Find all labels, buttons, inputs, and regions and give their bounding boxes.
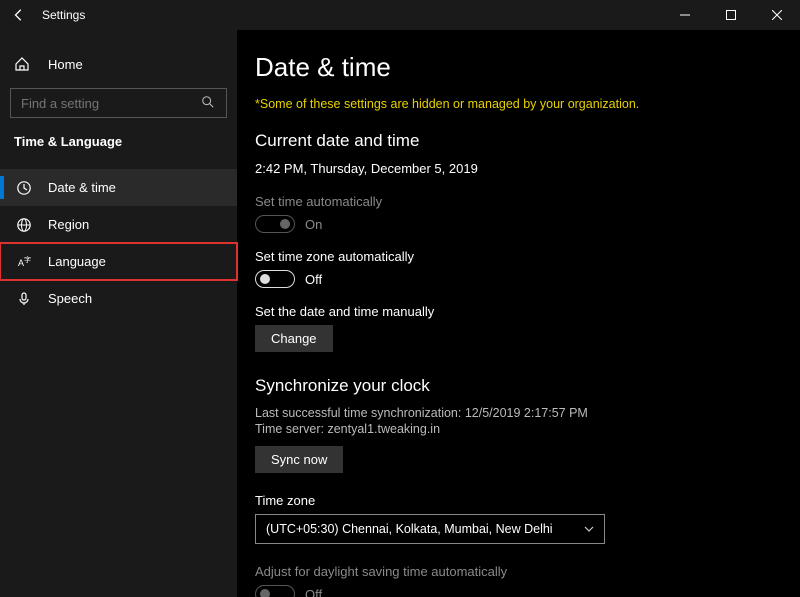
current-datetime-heading: Current date and time (255, 131, 782, 151)
titlebar: Settings (0, 0, 800, 30)
sync-now-button[interactable]: Sync now (255, 446, 343, 473)
timezone-label: Time zone (255, 493, 782, 508)
microphone-icon (14, 291, 34, 307)
timezone-dropdown[interactable]: (UTC+05:30) Chennai, Kolkata, Mumbai, Ne… (255, 514, 605, 544)
category-header: Time & Language (0, 128, 237, 163)
home-icon (14, 56, 34, 72)
sidebar-item-label: Language (48, 254, 106, 269)
change-button[interactable]: Change (255, 325, 333, 352)
sync-last: Last successful time synchronization: 12… (255, 406, 782, 420)
arrow-left-icon (12, 8, 26, 22)
globe-icon (14, 217, 34, 233)
set-tz-auto-label: Set time zone automatically (255, 249, 782, 264)
sidebar-item-language[interactable]: A字 Language (0, 243, 237, 280)
language-icon: A字 (14, 254, 34, 270)
home-nav[interactable]: Home (0, 46, 237, 82)
sync-server: Time server: zentyal1.tweaking.in (255, 422, 782, 436)
close-icon (772, 10, 782, 20)
svg-text:字: 字 (24, 255, 31, 264)
main-content: Date & time *Some of these settings are … (237, 30, 800, 597)
sidebar-item-label: Date & time (48, 180, 116, 195)
set-time-auto-label: Set time automatically (255, 194, 782, 209)
minimize-icon (680, 10, 690, 20)
page-title: Date & time (255, 52, 782, 83)
clock-icon (14, 180, 34, 196)
maximize-button[interactable] (708, 0, 754, 30)
sync-heading: Synchronize your clock (255, 376, 782, 396)
set-tz-auto-state: Off (305, 272, 322, 287)
maximize-icon (726, 10, 736, 20)
window-title: Settings (42, 8, 662, 22)
sidebar-item-region[interactable]: Region (0, 206, 237, 243)
close-button[interactable] (754, 0, 800, 30)
sidebar-item-label: Speech (48, 291, 92, 306)
sidebar-item-speech[interactable]: Speech (0, 280, 237, 317)
back-button[interactable] (12, 8, 26, 22)
chevron-down-icon (584, 526, 594, 532)
minimize-button[interactable] (662, 0, 708, 30)
set-tz-auto-toggle[interactable] (255, 270, 295, 288)
dst-state: Off (305, 587, 322, 597)
search-icon (201, 95, 215, 109)
current-datetime-value: 2:42 PM, Thursday, December 5, 2019 (255, 161, 782, 176)
home-label: Home (48, 57, 83, 72)
org-managed-notice: *Some of these settings are hidden or ma… (255, 97, 782, 111)
timezone-value: (UTC+05:30) Chennai, Kolkata, Mumbai, Ne… (266, 522, 553, 536)
sidebar: Home Time & Language Date & time (0, 30, 237, 597)
dst-label: Adjust for daylight saving time automati… (255, 564, 782, 579)
sidebar-item-label: Region (48, 217, 89, 232)
sidebar-item-date-time[interactable]: Date & time (0, 169, 237, 206)
dst-toggle (255, 585, 295, 597)
set-time-auto-toggle (255, 215, 295, 233)
set-time-auto-state: On (305, 217, 322, 232)
manual-set-label: Set the date and time manually (255, 304, 782, 319)
search-input[interactable] (10, 88, 227, 118)
